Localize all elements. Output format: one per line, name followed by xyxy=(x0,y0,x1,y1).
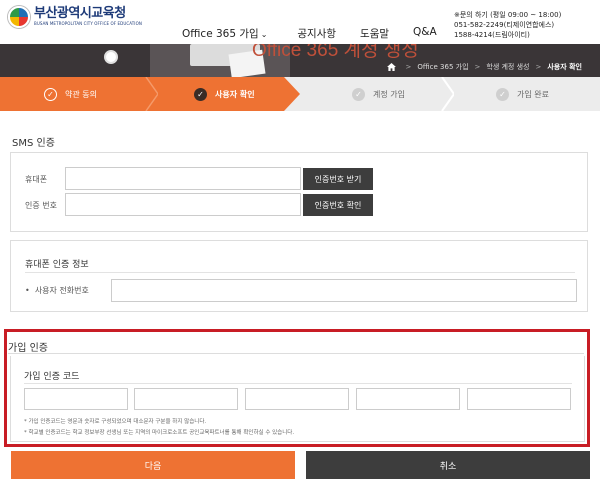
site-header: 부산광역시교육청 BUSAN METROPOLITAN CITY OFFICE … xyxy=(0,0,600,44)
join-code-input-5[interactable] xyxy=(467,388,571,410)
phone-auth-info-panel: 휴대폰 인증 정보 • 사용자 전화번호 xyxy=(10,240,588,312)
check-icon: ✓ xyxy=(194,87,207,101)
nav-help[interactable]: 도움말 xyxy=(360,26,389,41)
check-icon: ✓ xyxy=(352,87,365,101)
contact-hours: ※문의 하기 (평일 09:00 ~ 18:00) xyxy=(454,11,562,19)
join-code-note: * 가입 인증코드는 영문과 숫자로 구성되었으며 대소문자 구분을 하지 않습… xyxy=(24,419,207,425)
step-terms-agreement: ✓ 약관 동의 xyxy=(44,77,97,111)
check-icon: ✓ xyxy=(44,87,57,101)
user-phone-label: • 사용자 전화번호 xyxy=(25,286,89,295)
contact-phone-2: 1588-4214(드림아이티) xyxy=(454,31,530,39)
phone-label: 휴대폰 xyxy=(25,175,48,184)
nav-notice[interactable]: 공지사항 xyxy=(297,26,336,41)
contact-phone-1: 051-582-2249(티제이연합에스) xyxy=(454,21,555,29)
join-code-note: * 학교별 인증코드는 학교 정보부장 선생님 또는 지역의 마이크로소프트 공… xyxy=(24,430,295,436)
main-nav: Office 365 가입 ⌄ 공지사항 도움말 Q&A xyxy=(182,26,461,41)
breadcrumb-separator: > xyxy=(405,63,412,71)
nav-office365-signup-label: Office 365 가입 xyxy=(182,28,259,40)
sms-section-title: SMS 인증 xyxy=(12,138,55,149)
verify-code-button[interactable]: 인증번호 확인 xyxy=(303,194,373,216)
user-phone-label-text: 사용자 전화번호 xyxy=(34,286,89,295)
breadcrumb-item[interactable]: Office 365 가입 xyxy=(417,62,468,72)
phone-input[interactable] xyxy=(65,167,301,190)
check-icon: ✓ xyxy=(496,87,509,101)
join-code-input-3[interactable] xyxy=(245,388,349,410)
next-button[interactable]: 다음 xyxy=(11,451,295,479)
home-icon[interactable] xyxy=(386,63,396,71)
page-banner: Office 365 계정 생성 > Office 365 가입 > 학생 계정… xyxy=(0,44,600,77)
divider xyxy=(8,353,584,354)
site-logo[interactable]: 부산광역시교육청 BUSAN METROPOLITAN CITY OFFICE … xyxy=(8,6,142,28)
logo-title: 부산광역시교육청 xyxy=(34,6,126,21)
chevron-down-icon: ⌄ xyxy=(260,30,268,39)
logo-subtitle: BUSAN METROPOLITAN CITY OFFICE OF EDUCAT… xyxy=(34,21,142,26)
step-label: 가입 완료 xyxy=(517,89,549,99)
progress-steps: ✓ 약관 동의 ✓ 사용자 확인 ✓ 계정 가입 ✓ 가입 완료 xyxy=(0,77,600,111)
divider xyxy=(24,383,572,384)
step-divider-icon xyxy=(441,77,454,111)
join-code-label: 가입 인증 코드 xyxy=(24,372,80,382)
contact-info: ※문의 하기 (평일 09:00 ~ 18:00) 051-582-2249(티… xyxy=(454,10,561,40)
breadcrumb-separator: > xyxy=(474,63,481,71)
join-code-input-1[interactable] xyxy=(24,388,128,410)
verification-code-label: 인증 번호 xyxy=(25,201,57,210)
breadcrumb-separator: > xyxy=(535,63,542,71)
step-divider-icon xyxy=(145,77,158,111)
breadcrumb: > Office 365 가입 > 학생 계정 생성 > 사용자 확인 xyxy=(386,62,582,72)
step-label: 사용자 확인 xyxy=(215,89,255,99)
step-label: 약관 동의 xyxy=(65,89,97,99)
join-code-input-2[interactable] xyxy=(134,388,238,410)
nav-qna[interactable]: Q&A xyxy=(413,26,437,41)
verification-code-input[interactable] xyxy=(65,193,301,216)
breadcrumb-item[interactable]: 학생 계정 생성 xyxy=(486,62,529,72)
step-account-signup: ✓ 계정 가입 xyxy=(352,77,405,111)
step-signup-complete: ✓ 가입 완료 xyxy=(496,77,549,111)
cancel-button[interactable]: 취소 xyxy=(306,451,590,479)
breadcrumb-current: 사용자 확인 xyxy=(547,63,582,71)
banner-title: Office 365 계정 생성 xyxy=(252,44,419,61)
sms-verification-panel: 휴대폰 인증번호 받기 인증 번호 인증번호 확인 xyxy=(10,152,588,232)
join-code-input-4[interactable] xyxy=(356,388,460,410)
get-code-button[interactable]: 인증번호 받기 xyxy=(303,168,373,190)
user-phone-input[interactable] xyxy=(111,279,577,302)
step-label: 계정 가입 xyxy=(373,89,405,99)
coffee-cup-icon xyxy=(104,50,118,64)
join-auth-title: 가입 인증 xyxy=(8,343,48,354)
nav-office365-signup[interactable]: Office 365 가입 ⌄ xyxy=(182,26,267,41)
phone-auth-info-title: 휴대폰 인증 정보 xyxy=(25,260,89,270)
education-office-emblem-icon xyxy=(8,6,30,28)
divider xyxy=(25,272,575,273)
step-user-verification: ✓ 사용자 확인 xyxy=(194,77,255,111)
